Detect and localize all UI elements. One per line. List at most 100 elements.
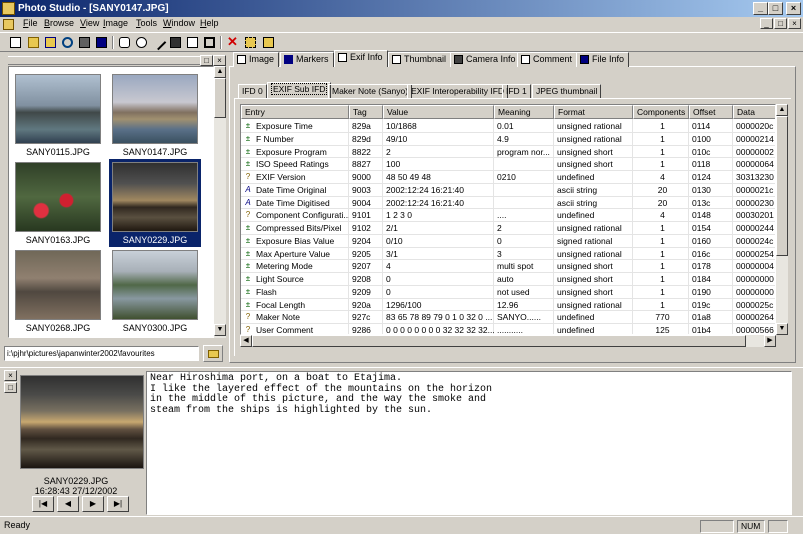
scroll-right-icon[interactable]: ▶	[764, 335, 776, 347]
subtab-ifd1[interactable]: IFD 1	[502, 84, 531, 98]
close-button[interactable]: ×	[786, 2, 801, 15]
column-header-offset[interactable]: Offset	[689, 105, 733, 119]
thumbnail-scrollbar[interactable]: ▲ ▼	[214, 66, 226, 338]
minimize-button[interactable]: _	[753, 2, 768, 15]
next-image-button[interactable]: ▶	[82, 496, 104, 512]
menu-help[interactable]: Help	[200, 18, 219, 28]
thumbnail-panel-header	[8, 56, 226, 65]
previous-image-button[interactable]: ◀	[57, 496, 79, 512]
cell-value: 0 0 0 0 0 0 0 0 32 32 32 32...	[386, 325, 494, 335]
thumbnail-item[interactable]: SANY0163.JPG	[12, 159, 104, 247]
numeric-entry-icon: ±	[245, 286, 251, 296]
cell-entry: User Comment	[256, 325, 314, 335]
num-lock-indicator: NUM	[737, 520, 765, 533]
mdi-close-button[interactable]: ×	[788, 18, 801, 29]
move-icon[interactable]	[261, 35, 276, 50]
thumbnail-tab-icon	[392, 55, 401, 64]
column-header-meaning[interactable]: Meaning	[494, 105, 554, 119]
scroll-left-icon[interactable]: ◀	[240, 335, 252, 347]
tab-file-info[interactable]: File Info	[576, 52, 630, 67]
menu-file[interactable]: File	[23, 18, 38, 28]
scroll-up-icon[interactable]: ▲	[214, 66, 226, 78]
subtab-jpeg-thumbnail[interactable]: JPEG thumbnail	[532, 84, 602, 98]
table-horizontal-scrollbar[interactable]: ◀ ▶	[240, 335, 776, 347]
mdi-restore-button[interactable]: □	[774, 18, 787, 29]
tab-image[interactable]: Image	[233, 52, 280, 67]
subtab-exif-interoperability[interactable]: EXIF Interoperability IFD	[407, 84, 509, 98]
tab-camera-info[interactable]: Camera Info	[450, 52, 521, 67]
column-header-entry[interactable]: Entry	[241, 105, 349, 119]
subtab-ifd0[interactable]: IFD 0	[238, 84, 267, 98]
camera-tab-icon	[454, 55, 463, 64]
delete-icon[interactable]: ✕	[225, 35, 240, 50]
maximize-button[interactable]: □	[768, 2, 783, 15]
table-vertical-scrollbar[interactable]: ▲ ▼	[776, 104, 788, 335]
subtab-maker-note[interactable]: Maker Note (Sanyo)	[328, 84, 413, 98]
thumbnail-item[interactable]: SANY0300.JPG	[109, 247, 201, 335]
menu-image[interactable]: Image	[103, 18, 128, 28]
menu-tools[interactable]: Tools	[136, 18, 157, 28]
numeric-entry-icon: ±	[245, 261, 251, 271]
cell-tag: 9286	[352, 325, 371, 335]
folder-path-field[interactable]: i:\pjhr\pictures\japanwinter2002\favouri…	[4, 346, 199, 361]
thumbnail-item[interactable]: SANY0147.JPG	[109, 71, 201, 159]
image-icon[interactable]	[168, 35, 183, 50]
column-header-tag[interactable]: Tag	[349, 105, 383, 119]
numeric-entry-icon: ±	[245, 133, 251, 143]
preview-restore-button[interactable]: □	[4, 382, 17, 393]
panel-restore-button[interactable]: □	[200, 55, 213, 66]
menu-browse[interactable]: Browse	[44, 18, 74, 28]
tab-thumbnail[interactable]: Thumbnail	[388, 52, 452, 67]
status-pane	[700, 520, 734, 533]
last-image-button[interactable]: ▶|	[107, 496, 129, 512]
preview-close-button[interactable]: ×	[4, 370, 17, 381]
chat-icon[interactable]	[117, 35, 132, 50]
thumbnail-image	[112, 162, 198, 232]
pen-icon[interactable]	[150, 34, 167, 51]
subtab-exif-sub-ifd[interactable]: EXIF Sub IFD	[267, 82, 332, 98]
copy-icon[interactable]	[243, 35, 258, 50]
scroll-down-icon[interactable]: ▼	[214, 324, 226, 336]
scroll-up-icon[interactable]: ▲	[776, 104, 788, 116]
tab-markers[interactable]: Markers	[280, 52, 334, 67]
status-pane	[768, 520, 788, 533]
refresh-icon[interactable]	[60, 35, 75, 50]
open-folder-icon[interactable]	[26, 35, 41, 50]
fullscreen-icon[interactable]	[202, 35, 217, 50]
thumbnail-item[interactable]: SANY0268.JPG	[12, 247, 104, 335]
browse-folder-button[interactable]	[203, 345, 223, 362]
tab-exif-info[interactable]: Exif Info	[334, 50, 388, 67]
panel-close-button[interactable]: ×	[213, 55, 226, 66]
column-header-components[interactable]: Components	[633, 105, 689, 119]
column-header-value[interactable]: Value	[383, 105, 494, 119]
open-image-icon[interactable]	[43, 35, 58, 50]
numeric-entry-icon: ±	[245, 274, 251, 283]
column-header-format[interactable]: Format	[554, 105, 633, 119]
exif-table: Entry Tag Value Meaning Format Components Offs…	[240, 104, 776, 335]
new-icon[interactable]	[8, 35, 23, 50]
scroll-thumb[interactable]	[214, 78, 226, 118]
vertical-scroll-thumb[interactable]	[776, 116, 788, 256]
horizontal-scroll-thumb[interactable]	[252, 335, 746, 347]
comment-icon[interactable]	[134, 35, 149, 50]
monitor-icon[interactable]	[185, 35, 200, 50]
cell-meaning: ...........	[497, 325, 523, 335]
first-image-button[interactable]: |◀	[32, 496, 54, 512]
menu-view[interactable]: View	[80, 18, 99, 28]
cell-format: undefined	[557, 325, 595, 335]
thumbnail-label: SANY0115.JPG	[26, 147, 90, 157]
camera-icon[interactable]	[77, 35, 92, 50]
table-row[interactable]: ? User Comment 9286 0 0 0 0 0 0 0 0 32 32 3…	[241, 324, 775, 335]
save-icon[interactable]	[94, 35, 109, 50]
comment-text-area[interactable]: Near Hiroshima port, on a boat to Etajim…	[146, 371, 792, 515]
thumbnail-item-selected[interactable]: SANY0229.JPG	[109, 159, 201, 247]
document-icon[interactable]	[3, 19, 14, 30]
mdi-minimize-button[interactable]: _	[760, 18, 773, 29]
numeric-entry-icon: ±	[245, 159, 251, 169]
menu-window[interactable]: Window	[163, 18, 195, 28]
scroll-down-icon[interactable]: ▼	[776, 323, 788, 335]
thumbnail-item[interactable]: SANY0115.JPG	[12, 71, 104, 159]
column-header-data[interactable]: Data	[733, 105, 775, 119]
tab-comment[interactable]: Comment	[517, 52, 578, 67]
image-tab-icon	[237, 55, 246, 64]
